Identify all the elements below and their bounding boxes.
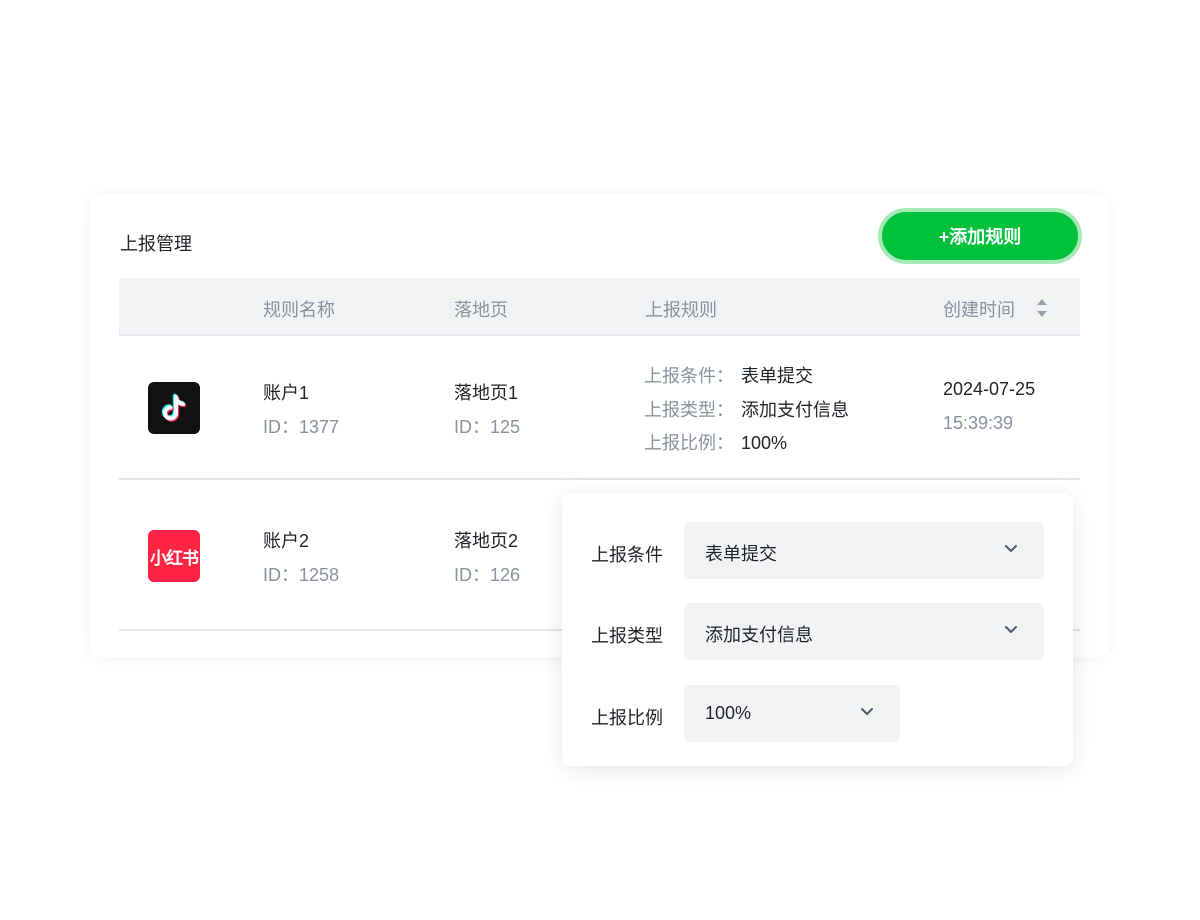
created-date: 2024-07-25 (943, 379, 1036, 399)
table-header: 规则名称 落地页 上报规则 创建时间 (119, 278, 1080, 336)
column-header-landing-page: 落地页 (454, 300, 508, 320)
rule-ratio-value: 100% (741, 433, 788, 453)
account-id: ID：1258 (263, 565, 340, 585)
ratio-select-value: 100% (705, 703, 752, 723)
tiktok-icon (148, 382, 200, 434)
xiaohongshu-icon: 小红书 (148, 530, 200, 582)
page-title: 上报管理 (120, 234, 192, 254)
rule-condition-value: 表单提交 (741, 366, 813, 386)
landing-page-name: 落地页1 (454, 383, 519, 403)
ratio-select[interactable]: 100% (684, 685, 900, 742)
ratio-field-label: 上报比例 (591, 708, 663, 728)
rule-type-label: 上报类型： (644, 400, 734, 420)
sort-icon[interactable] (1036, 297, 1048, 319)
column-header-rule-name: 规则名称 (263, 300, 335, 320)
condition-select[interactable]: 表单提交 (684, 522, 1044, 579)
landing-page-id: ID：126 (454, 565, 521, 585)
landing-page-name: 落地页2 (454, 531, 519, 551)
chevron-down-icon (861, 708, 873, 715)
type-select-value: 添加支付信息 (705, 625, 813, 645)
table-row: 账户1 ID：1377 落地页1 ID：125 上报条件： 表单提交 上报类型： 添… (119, 336, 1080, 480)
chevron-down-icon (1005, 626, 1017, 633)
created-time: 15:39:39 (943, 413, 1014, 433)
type-field-label: 上报类型 (591, 626, 663, 646)
rule-ratio-label: 上报比例： (644, 433, 734, 453)
rule-type: 上报类型： 添加支付信息 (644, 396, 849, 422)
add-rule-button[interactable]: +添加规则 (878, 208, 1082, 264)
type-select[interactable]: 添加支付信息 (684, 603, 1044, 660)
rule-ratio: 上报比例： 100% (644, 429, 787, 455)
condition-select-value: 表单提交 (705, 544, 777, 564)
account-name: 账户1 (263, 383, 310, 403)
rule-condition-label: 上报条件： (644, 366, 734, 386)
landing-page-id: ID：125 (454, 417, 521, 437)
rule-edit-popover: 上报条件 表单提交 上报类型 添加支付信息 上报比例 100% (562, 493, 1073, 766)
chevron-down-icon (1005, 545, 1017, 552)
account-name: 账户2 (263, 531, 310, 551)
account-id: ID：1377 (263, 417, 340, 437)
rule-condition: 上报条件： 表单提交 (644, 362, 813, 388)
column-header-created-time[interactable]: 创建时间 (943, 296, 1015, 322)
column-header-report-rule: 上报规则 (645, 300, 717, 320)
rule-type-value: 添加支付信息 (741, 400, 849, 420)
condition-field-label: 上报条件 (591, 545, 663, 565)
